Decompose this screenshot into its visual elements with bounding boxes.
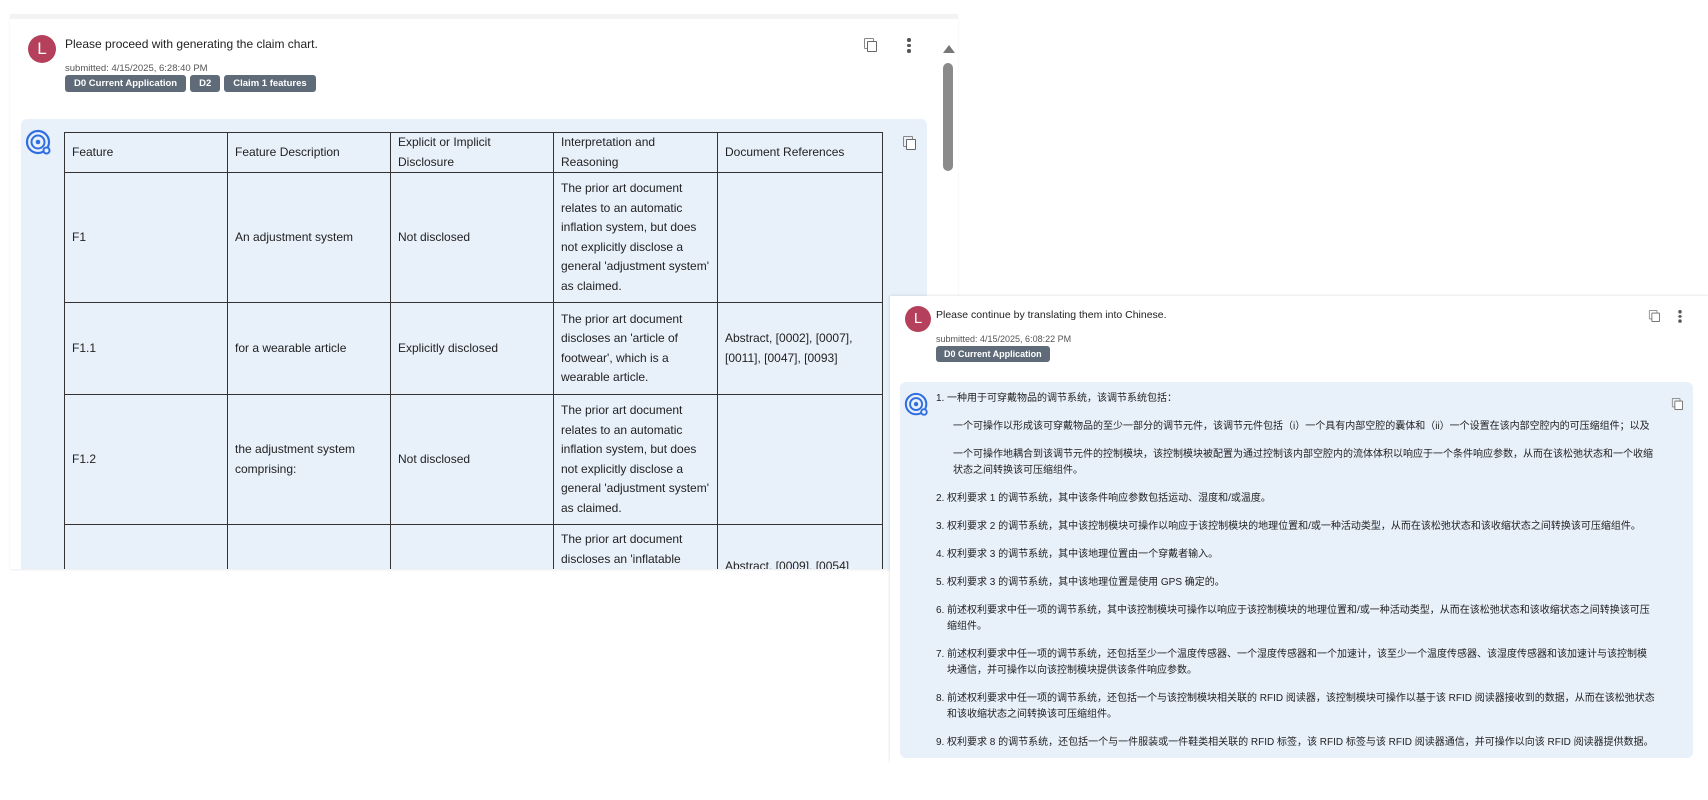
translated-claims-list: 1.一种用于可穿戴物品的调节系统，该调节系统包括： 一个可操作以形成该可穿戴物品… xyxy=(936,391,1656,763)
user-message-text: Please proceed with generating the claim… xyxy=(65,37,318,51)
table-row: The prior art document discloses an 'inf… xyxy=(65,525,883,570)
column-header-feature: Feature xyxy=(65,133,228,173)
list-item: 5.权利要求 3 的调节系统，其中该地理位置是使用 GPS 确定的。 xyxy=(936,575,1656,591)
cell-disclosure: Not disclosed xyxy=(391,395,554,525)
cell-feature: F1 xyxy=(65,173,228,303)
cell-feature xyxy=(65,525,228,570)
cell-description: An adjustment system xyxy=(228,173,391,303)
list-item: 1.一种用于可穿戴物品的调节系统，该调节系统包括： xyxy=(936,391,1656,407)
cell-disclosure: Not disclosed xyxy=(391,173,554,303)
claim-chart-table: Feature Feature Description Explicit or … xyxy=(64,132,883,569)
cell-description: for a wearable article xyxy=(228,303,391,395)
list-item: 9.权利要求 8 的调节系统，还包括一个与一件服装或一件鞋类相关联的 RFID … xyxy=(936,735,1656,751)
copy-response-icon[interactable] xyxy=(901,135,917,151)
list-item: 3.权利要求 2 的调节系统，其中该控制模块可操作以响应于该控制模块的地理位置和… xyxy=(936,519,1656,535)
cell-feature: F1.2 xyxy=(65,395,228,525)
cell-description: the adjustment system comprising: xyxy=(228,395,391,525)
copy-message-icon[interactable] xyxy=(862,37,878,53)
table-row: F1.2 the adjustment system comprising: N… xyxy=(65,395,883,525)
cell-feature: F1.1 xyxy=(65,303,228,395)
ai-response-block: Feature Feature Description Explicit or … xyxy=(21,119,927,569)
chat-panel-claim-chart: L Please proceed with generating the cla… xyxy=(10,14,958,569)
submitted-timestamp: submitted: 4/15/2025, 6:08:22 PM xyxy=(936,334,1071,344)
list-item: 8.前述权利要求中任一项的调节系统，还包括一个与该控制模块相关联的 RFID 阅… xyxy=(936,691,1656,723)
list-item: 一个可操作地耦合到该调节元件的控制模块，该控制模块被配置为通过控制该内部空腔内的… xyxy=(936,447,1656,479)
list-item: 2.权利要求 1 的调节系统，其中该条件响应参数包括运动、湿度和/或温度。 xyxy=(936,491,1656,507)
user-avatar: L xyxy=(905,306,931,332)
cell-disclosure: Explicitly disclosed xyxy=(391,303,554,395)
cell-reasoning: The prior art document relates to an aut… xyxy=(554,395,718,525)
submitted-timestamp: submitted: 4/15/2025, 6:28:40 PM xyxy=(65,63,208,74)
copy-message-icon[interactable] xyxy=(1647,309,1661,323)
panel-bottom-edge xyxy=(890,758,1708,800)
more-options-icon[interactable] xyxy=(1673,309,1687,323)
chip-d2[interactable]: D2 xyxy=(190,75,220,92)
scrollbar-thumb[interactable] xyxy=(943,63,953,171)
user-avatar: L xyxy=(28,35,56,63)
cell-description xyxy=(228,525,391,570)
cell-disclosure xyxy=(391,525,554,570)
list-item: 7.前述权利要求中任一项的调节系统，还包括至少一个温度传感器、一个湿度传感器和一… xyxy=(936,647,1656,679)
assistant-logo-icon xyxy=(25,129,53,157)
list-item: 6.前述权利要求中任一项的调节系统，其中该控制模块可操作以响应于该控制模块的地理… xyxy=(936,603,1656,635)
document-chips: D0 Current Application D2 Claim 1 featur… xyxy=(65,75,316,92)
assistant-logo-icon xyxy=(904,392,930,418)
chip-claim1[interactable]: Claim 1 features xyxy=(224,75,315,92)
list-item: 一个可操作以形成该可穿戴物品的至少一部分的调节元件，该调节元件包括（i）一个具有… xyxy=(936,419,1656,435)
column-header-reasoning: Interpretation and Reasoning xyxy=(554,133,718,173)
cell-reasoning: The prior art document discloses an 'art… xyxy=(554,303,718,395)
chip-d0[interactable]: D0 Current Application xyxy=(936,346,1050,362)
cell-references: Abstract, [0009], [0054] xyxy=(718,525,883,570)
table-header-row: Feature Feature Description Explicit or … xyxy=(65,133,883,173)
column-header-disclosure: Explicit or Implicit Disclosure xyxy=(391,133,554,173)
cell-references xyxy=(718,395,883,525)
cell-reasoning: The prior art document discloses an 'inf… xyxy=(554,525,718,570)
more-options-icon[interactable] xyxy=(901,37,917,53)
user-message-text: Please continue by translating them into… xyxy=(936,309,1167,321)
list-item: 4.权利要求 3 的调节系统，其中该地理位置由一个穿戴者输入。 xyxy=(936,547,1656,563)
column-header-description: Feature Description xyxy=(228,133,391,173)
cell-references: Abstract, [0002], [0007], [0011], [0047]… xyxy=(718,303,883,395)
cell-reasoning: The prior art document relates to an aut… xyxy=(554,173,718,303)
column-header-references: Document References xyxy=(718,133,883,173)
copy-response-icon[interactable] xyxy=(1670,397,1684,411)
scroll-up-arrow-icon[interactable] xyxy=(943,45,955,53)
document-chips: D0 Current Application xyxy=(936,346,1050,362)
table-row: F1.1 for a wearable article Explicitly d… xyxy=(65,303,883,395)
table-row: F1 An adjustment system Not disclosed Th… xyxy=(65,173,883,303)
cell-references xyxy=(718,173,883,303)
chip-d0[interactable]: D0 Current Application xyxy=(65,75,186,92)
